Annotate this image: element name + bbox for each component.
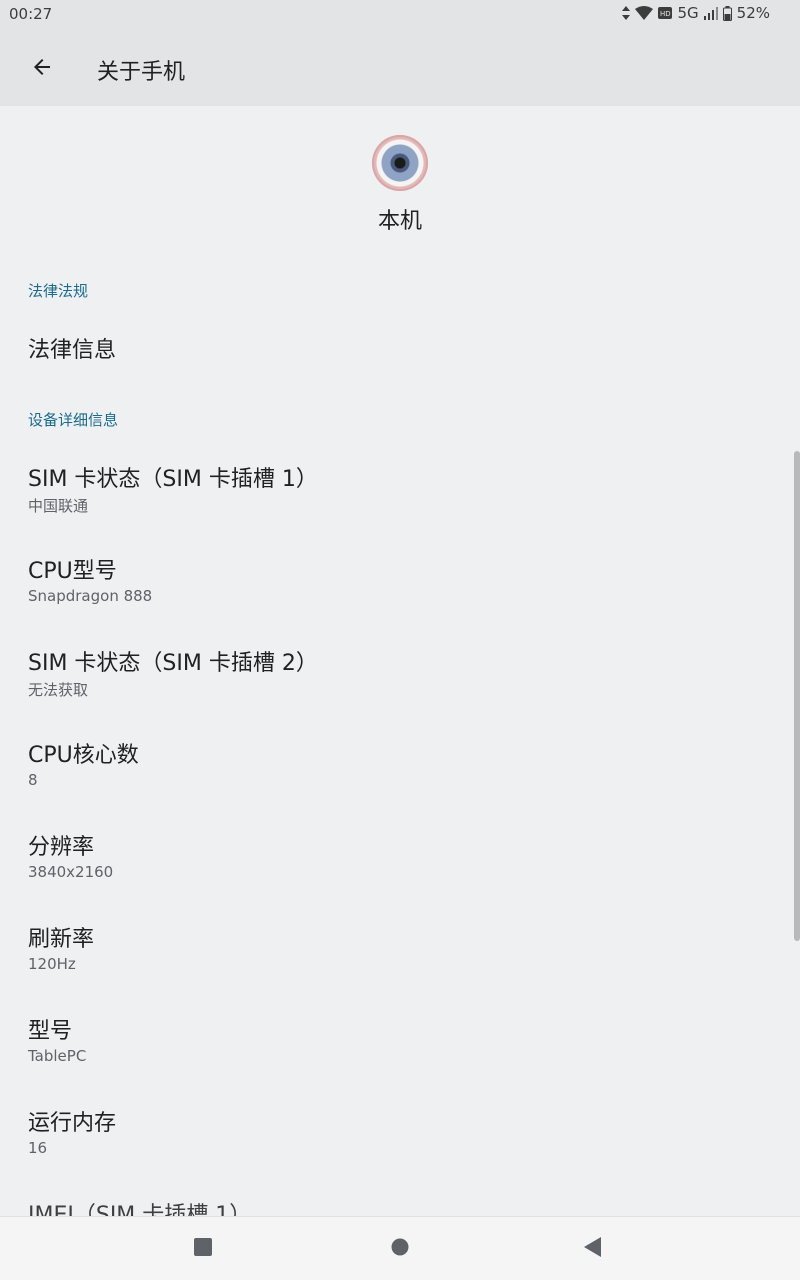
ram-item[interactable]: 运行内存 16	[0, 1105, 800, 1197]
cpu-model-item[interactable]: CPU型号 Snapdragon 888	[0, 553, 800, 645]
wifi-icon	[635, 6, 654, 20]
triangle-back-icon	[584, 1237, 602, 1261]
status-bar: 00:27 HD 5G 52%	[0, 0, 800, 28]
status-time: 00:27	[9, 5, 53, 23]
navigation-bar	[0, 1216, 800, 1280]
square-icon	[194, 1238, 212, 1260]
recents-button[interactable]	[183, 1229, 223, 1269]
signal-icon	[703, 6, 718, 20]
model-item[interactable]: 型号 TablePC	[0, 1013, 800, 1105]
item-title: SIM 卡状态（SIM 卡插槽 2）	[28, 651, 318, 676]
item-title: CPU核心数	[28, 743, 139, 768]
status-icons: HD 5G 52%	[622, 4, 770, 22]
circle-icon	[391, 1238, 409, 1260]
device-header[interactable]: 本机	[0, 106, 800, 256]
item-value: Snapdragon 888	[28, 587, 153, 605]
device-name: 本机	[377, 209, 422, 234]
sim1-status-item[interactable]: SIM 卡状态（SIM 卡插槽 1） 中国联通	[0, 461, 800, 553]
device-avatar	[372, 135, 428, 191]
section-device-details-label: 设备详细信息	[28, 411, 119, 429]
cpu-cores-item[interactable]: CPU核心数 8	[0, 737, 800, 829]
page-title: 关于手机	[97, 60, 186, 85]
item-value: 16	[28, 1139, 48, 1157]
item-title: SIM 卡状态（SIM 卡插槽 1）	[28, 467, 318, 492]
svg-text:HD: HD	[660, 10, 671, 18]
network-type: 5G	[677, 4, 699, 22]
item-title: CPU型号	[28, 559, 117, 584]
section-legal-label: 法律法规	[28, 282, 89, 300]
back-nav-button[interactable]	[573, 1229, 613, 1269]
item-value: 8	[28, 771, 38, 789]
hd-icon: HD	[658, 7, 673, 19]
item-value: 120Hz	[28, 955, 76, 973]
data-arrows-icon	[622, 6, 631, 20]
sim2-status-item[interactable]: SIM 卡状态（SIM 卡插槽 2） 无法获取	[0, 645, 800, 737]
item-value: 无法获取	[28, 681, 89, 699]
resolution-item[interactable]: 分辨率 3840x2160	[0, 829, 800, 921]
item-title: 型号	[28, 1019, 73, 1044]
app-bar: 关于手机	[0, 28, 800, 106]
arrow-back-icon	[30, 55, 54, 83]
battery-level: 52%	[736, 4, 770, 22]
settings-list[interactable]: 本机 法律法规 法律信息 设备详细信息 SIM 卡状态（SIM 卡插槽 1） 中…	[0, 106, 800, 1216]
scrollbar[interactable]	[794, 451, 800, 941]
back-button[interactable]	[18, 45, 66, 93]
item-value: 3840x2160	[28, 863, 114, 881]
legal-info-item[interactable]: 法律信息	[0, 332, 800, 424]
item-title: IMEI（SIM 卡插槽 1）	[28, 1203, 252, 1216]
battery-icon	[722, 5, 732, 21]
home-button[interactable]	[380, 1229, 420, 1269]
item-title: 分辨率	[28, 835, 95, 860]
refresh-rate-item[interactable]: 刷新率 120Hz	[0, 921, 800, 1013]
item-title: 刷新率	[28, 927, 95, 952]
item-title: 法律信息	[28, 338, 117, 363]
item-value: TablePC	[28, 1047, 87, 1065]
item-title: 运行内存	[28, 1111, 117, 1136]
imei-sim1-item[interactable]: IMEI（SIM 卡插槽 1） 867400020316612	[0, 1197, 800, 1216]
item-value: 中国联通	[28, 497, 89, 515]
